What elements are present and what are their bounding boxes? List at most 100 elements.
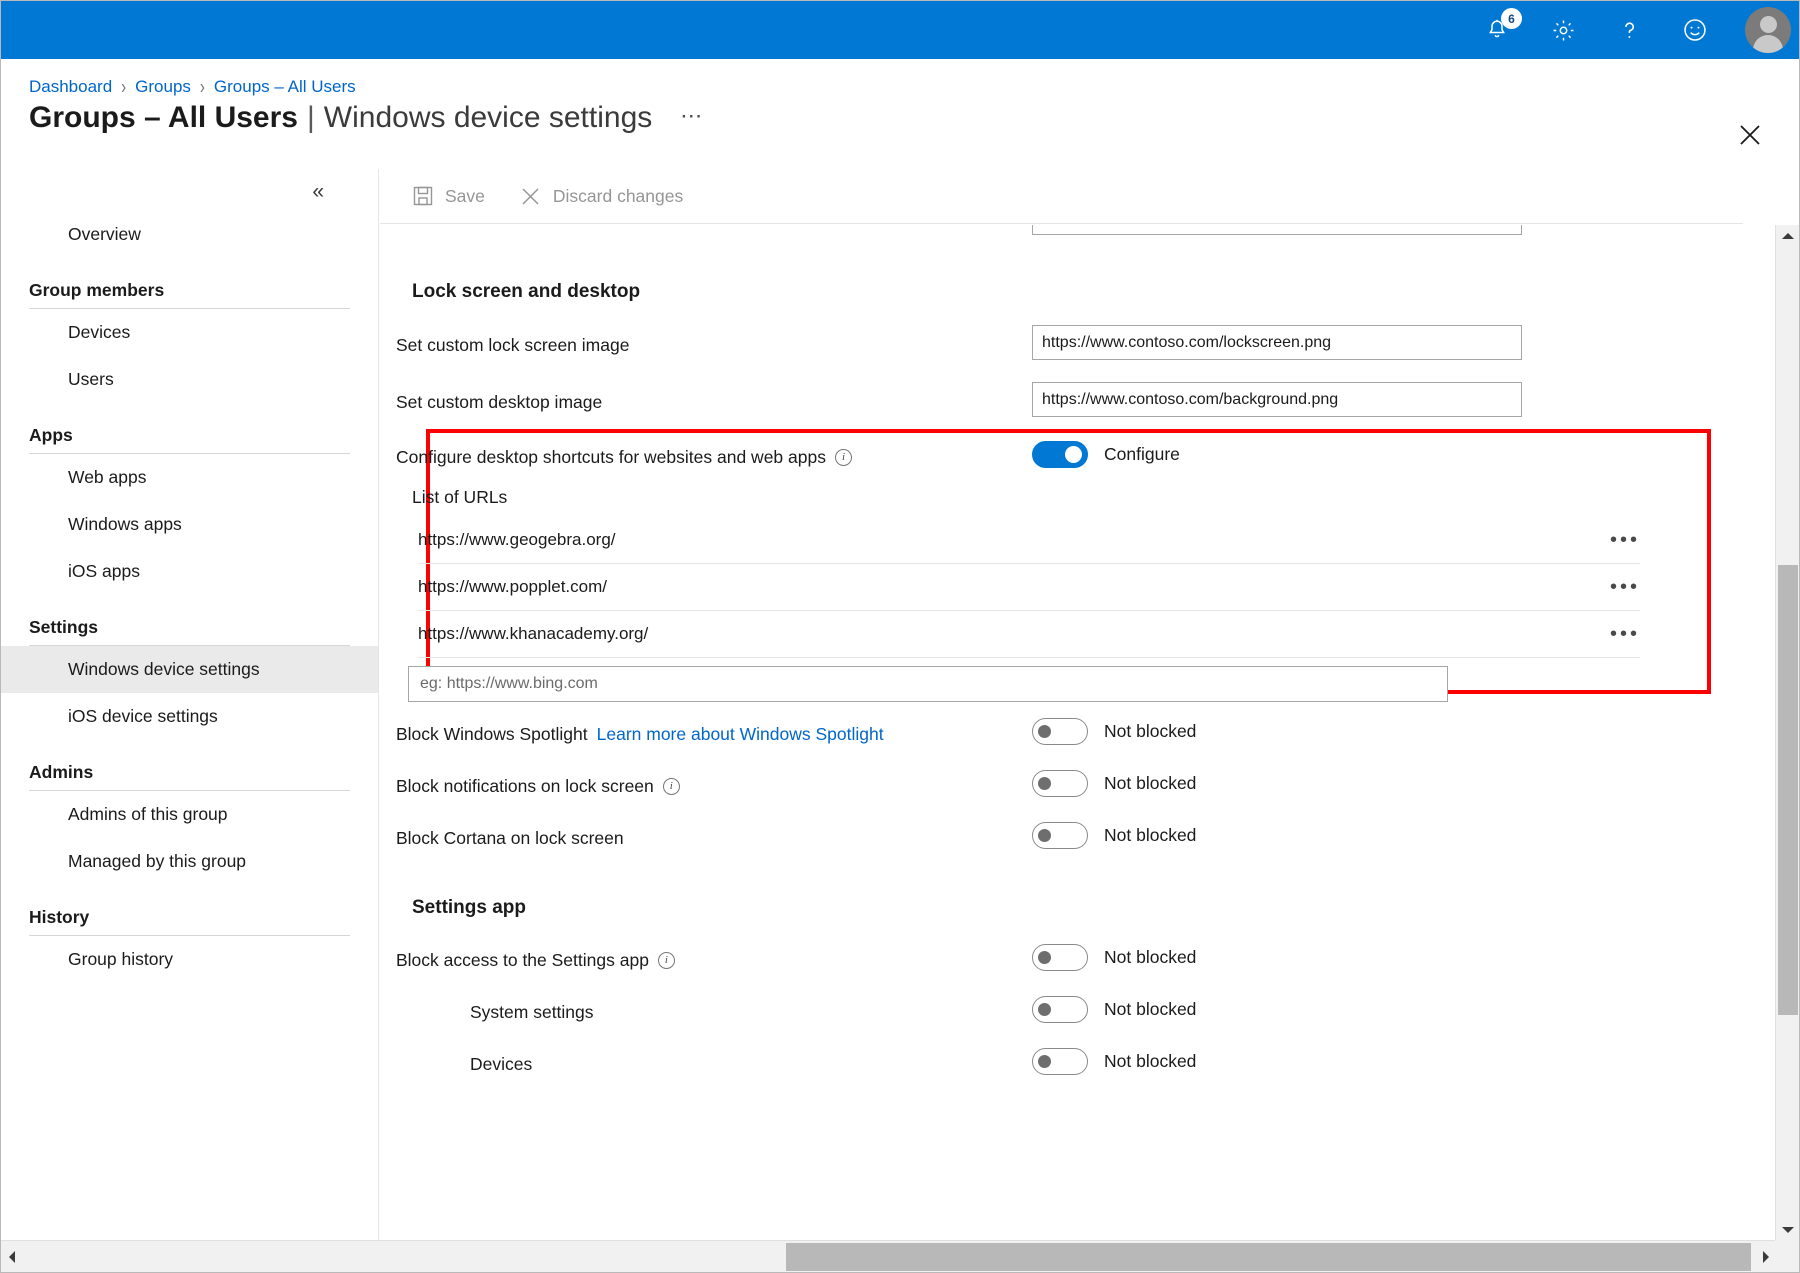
block-notifications-label: Block notifications on lock screen (396, 775, 654, 796)
toggle-state-label: Not blocked (1104, 947, 1197, 967)
sidebar-items: Overview Group members Devices Users App… (1, 211, 378, 983)
url-context-menu-button[interactable]: ••• (1610, 577, 1640, 597)
scrolled-partial-textbox[interactable] (1032, 225, 1522, 235)
sidebar-item-overview[interactable]: Overview (1, 211, 378, 258)
question-mark-icon (1617, 18, 1642, 43)
scroll-left-button[interactable] (1, 1241, 23, 1272)
sidebar-group-label: Apps (29, 425, 73, 445)
save-button[interactable]: Save (412, 185, 485, 207)
notifications-button[interactable]: 6 (1477, 8, 1522, 50)
sidebar-item-users[interactable]: Users (1, 356, 378, 403)
learn-more-windows-spotlight-link[interactable]: Learn more about Windows Spotlight (597, 724, 884, 745)
page-title-blade: Windows device settings (323, 101, 653, 134)
avatar-head (1759, 16, 1777, 33)
block-notifications-toggle[interactable] (1032, 770, 1088, 797)
scrollbar-corner (1775, 1240, 1799, 1272)
vertical-scrollbar[interactable] (1775, 225, 1799, 1241)
sidebar-group-history: History (1, 907, 378, 936)
sidebar-group-label: Admins (29, 762, 94, 782)
page-title-separator: | (306, 101, 315, 134)
setting-row-block-windows-spotlight: Block Windows Spotlight Learn more about… (380, 712, 1720, 756)
setting-label: Devices (470, 1054, 532, 1075)
url-value: https://www.khanacademy.org/ (418, 624, 649, 643)
sidebar-item-windows-device-settings[interactable]: Windows device settings (1, 646, 378, 693)
sidebar-group-label: History (29, 907, 90, 927)
list-of-urls-label: List of URLs (412, 487, 508, 507)
sidebar-item-web-apps[interactable]: Web apps (1, 454, 378, 501)
setting-label: Set custom desktop image (396, 391, 603, 412)
toggle-knob (1038, 829, 1051, 842)
sidebar-item-ios-device-settings[interactable]: iOS device settings (1, 693, 378, 740)
block-cortana-toggle[interactable] (1032, 822, 1088, 849)
list-item[interactable]: https://www.khanacademy.org/ ••• (418, 611, 1640, 658)
save-floppy-icon (412, 185, 434, 207)
avatar[interactable] (1745, 7, 1791, 53)
devices-toggle[interactable] (1032, 1048, 1088, 1075)
toggle-state-label: Not blocked (1104, 825, 1197, 845)
url-list: https://www.geogebra.org/ ••• https://ww… (380, 517, 1680, 702)
settings-button[interactable] (1543, 10, 1583, 50)
setting-row-block-notifications-lock-screen: Block notifications on lock screen i Not… (380, 764, 1720, 808)
sidebar-item-admins-of-this-group[interactable]: Admins of this group (1, 791, 378, 838)
sidebar-item-managed-by-this-group[interactable]: Managed by this group (1, 838, 378, 885)
url-context-menu-button[interactable]: ••• (1610, 624, 1640, 644)
sidebar-collapse-button[interactable]: « (312, 181, 324, 202)
info-icon[interactable]: i (834, 448, 852, 466)
feedback-button[interactable] (1675, 10, 1715, 50)
setting-row-devices: Devices Not blocked (380, 1042, 1720, 1086)
desktop-image-input[interactable]: https://www.contoso.com/background.png (1032, 382, 1522, 417)
sidebar-item-windows-apps[interactable]: Windows apps (1, 501, 378, 548)
notification-badge: 6 (1501, 8, 1522, 29)
info-icon[interactable]: i (662, 777, 680, 795)
lock-screen-image-input[interactable]: https://www.contoso.com/lockscreen.png (1032, 325, 1522, 360)
scroll-up-button[interactable] (1776, 225, 1799, 247)
configure-shortcuts-toggle-group: Configure (1032, 441, 1180, 468)
system-settings-toggle-group: Not blocked (1032, 996, 1196, 1023)
sidebar-item-group-history[interactable]: Group history (1, 936, 378, 983)
url-value: https://www.geogebra.org/ (418, 530, 616, 549)
scroll-down-button[interactable] (1776, 1219, 1799, 1241)
sidebar-group-label: Group members (29, 280, 165, 300)
setting-row-system-settings: System settings Not blocked (380, 990, 1720, 1034)
horizontal-scrollbar[interactable] (1, 1240, 1777, 1272)
list-item[interactable]: https://www.geogebra.org/ ••• (418, 517, 1640, 564)
horizontal-scrollbar-thumb[interactable] (786, 1243, 1751, 1271)
system-settings-toggle[interactable] (1032, 996, 1088, 1023)
vertical-scrollbar-thumb[interactable] (1778, 565, 1798, 1015)
toggle-state-label: Configure (1104, 444, 1180, 464)
breadcrumb-item-dashboard[interactable]: Dashboard (29, 77, 112, 97)
setting-row-configure-desktop-shortcuts: Configure desktop shortcuts for websites… (380, 435, 1720, 479)
sidebar-group-apps: Apps (1, 425, 378, 454)
page-title: Groups – All Users | Windows device sett… (29, 101, 704, 135)
settings-content-panel: Lock screen and desktop Set custom lock … (380, 225, 1743, 1241)
close-icon (1740, 125, 1760, 145)
setting-label: Block access to the Settings app i (396, 950, 675, 971)
block-settings-app-toggle[interactable] (1032, 944, 1088, 971)
section-heading-lock-screen: Lock screen and desktop (412, 281, 641, 302)
breadcrumb-item-groups[interactable]: Groups (135, 77, 191, 97)
breadcrumb-item-groups-all-users[interactable]: Groups – All Users (214, 77, 356, 97)
block-spotlight-toggle[interactable] (1032, 718, 1088, 745)
sidebar-item-devices[interactable]: Devices (1, 309, 378, 356)
info-icon[interactable]: i (657, 951, 675, 969)
new-url-input[interactable]: eg: https://www.bing.com (408, 666, 1448, 702)
chevron-up-icon (1782, 233, 1794, 239)
scroll-right-button[interactable] (1755, 1241, 1777, 1272)
toggle-knob (1038, 1003, 1051, 1016)
discard-changes-button[interactable]: Discard changes (519, 185, 683, 208)
avatar-body (1753, 35, 1783, 53)
help-button[interactable] (1609, 10, 1649, 50)
sidebar-group-group-members: Group members (1, 280, 378, 309)
close-blade-button[interactable] (1733, 118, 1767, 152)
sidebar-item-ios-apps[interactable]: iOS apps (1, 548, 378, 595)
page-more-menu-button[interactable]: ⋯ (680, 103, 704, 129)
smiley-face-icon (1682, 17, 1708, 43)
command-toolbar: Save Discard changes (380, 169, 1743, 224)
list-item[interactable]: https://www.popplet.com/ ••• (418, 564, 1640, 611)
system-settings-label: System settings (470, 1001, 594, 1022)
toggle-knob (1038, 777, 1051, 790)
configure-shortcuts-toggle[interactable] (1032, 441, 1088, 468)
setting-row-desktop-image: Set custom desktop image https://www.con… (380, 380, 1720, 424)
url-context-menu-button[interactable]: ••• (1610, 530, 1640, 550)
toggle-state-label: Not blocked (1104, 773, 1197, 793)
